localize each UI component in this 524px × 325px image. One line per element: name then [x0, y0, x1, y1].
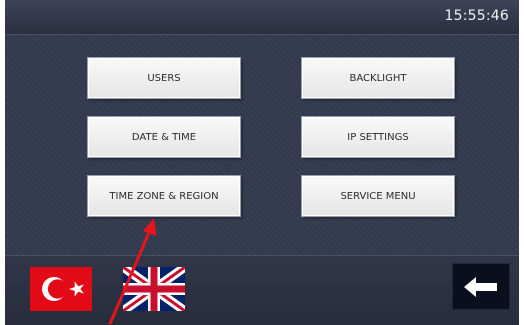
backlight-button[interactable]: BACKLIGHT	[302, 58, 454, 98]
time-zone-region-button[interactable]: TIME ZONE & REGION	[88, 176, 240, 216]
date-time-button[interactable]: DATE & TIME	[88, 117, 240, 157]
device-screen: 15:55:46 USERS BACKLIGHT DATE & TIME IP …	[5, 0, 519, 325]
turkish-flag-icon[interactable]	[30, 267, 92, 311]
clock-time: 15:55:46	[444, 8, 509, 24]
settings-menu: USERS BACKLIGHT DATE & TIME IP SETTINGS …	[5, 35, 519, 255]
status-bar: 15:55:46	[5, 0, 519, 35]
ip-settings-button[interactable]: IP SETTINGS	[302, 117, 454, 157]
bottom-bar	[5, 255, 519, 325]
uk-flag-icon[interactable]	[123, 267, 185, 311]
users-button[interactable]: USERS	[88, 58, 240, 98]
arrow-left-icon	[464, 276, 497, 297]
back-button[interactable]	[452, 263, 510, 310]
service-menu-button[interactable]: SERVICE MENU	[302, 176, 454, 216]
